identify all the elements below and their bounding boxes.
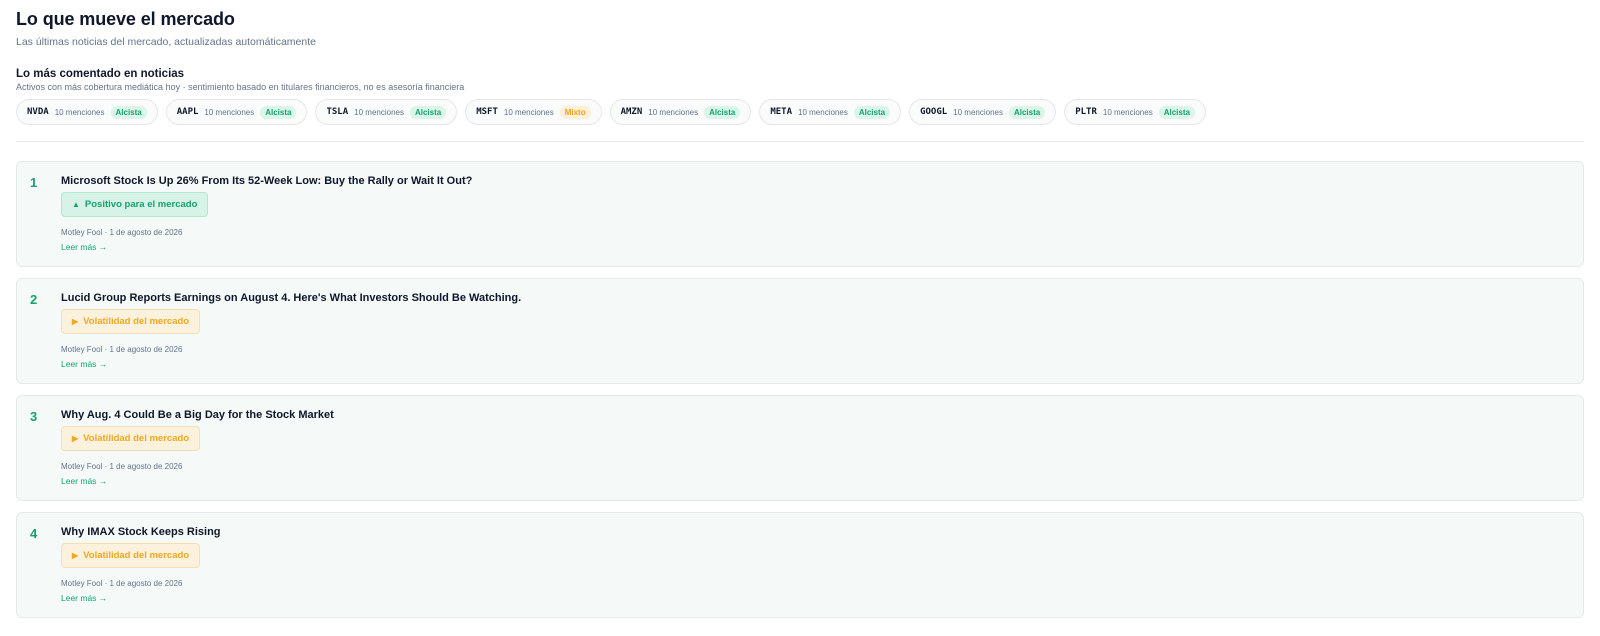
mention-count: 10 menciones <box>648 107 699 117</box>
impact-label: Volatilidad del mercado <box>83 316 190 327</box>
impact-label: Volatilidad del mercado <box>83 433 190 444</box>
ticker-chip-pltr[interactable]: PLTR 10 menciones Alcista <box>1064 99 1206 125</box>
news-card: 1 Microsoft Stock Is Up 26% From Its 52-… <box>16 161 1584 267</box>
news-meta: Motley Fool · 1 de agosto de 2026 <box>61 345 183 354</box>
news-headline[interactable]: Why IMAX Stock Keeps Rising <box>61 526 221 538</box>
page: Lo que mueve el mercado Las últimas noti… <box>0 0 1600 618</box>
sentiment-badge: Alcista <box>409 105 447 119</box>
mention-count: 10 menciones <box>953 107 1003 117</box>
impact-badge: ▶ Volatilidad del mercado <box>61 309 201 334</box>
mention-count: 10 menciones <box>798 107 848 117</box>
trending-title: Lo más comentado en noticias <box>16 68 185 80</box>
read-more-link[interactable]: Leer más → <box>61 359 107 369</box>
sentiment-badge: Alcista <box>704 105 741 119</box>
news-rank: 2 <box>30 292 38 307</box>
mention-count: 10 menciones <box>54 107 105 117</box>
ticker-chip-nvda[interactable]: NVDA 10 menciones Alcista <box>16 99 158 125</box>
mention-count: 10 menciones <box>354 107 404 117</box>
ticker-symbol: AMZN <box>620 107 643 117</box>
ticker-symbol: NVDA <box>27 107 49 117</box>
sentiment-badge: Alcista <box>110 105 147 119</box>
trending-chips: NVDA 10 menciones Alcista AAPL 10 mencio… <box>16 99 1584 125</box>
impact-badge: ▲ Positivo para el mercado <box>61 192 209 217</box>
sentiment-badge: Alcista <box>1158 105 1195 119</box>
news-card: 3 Why Aug. 4 Could Be a Big Day for the … <box>16 395 1584 501</box>
ticker-symbol: AAPL <box>176 107 199 117</box>
ticker-chip-aapl[interactable]: AAPL 10 menciones Alcista <box>165 99 308 125</box>
ticker-symbol: GOOGL <box>920 107 948 117</box>
page-subtitle: Las últimas noticias del mercado, actual… <box>16 36 316 48</box>
impact-label: Positivo para el mercado <box>84 199 198 210</box>
sentiment-badge: Alcista <box>260 105 297 119</box>
impact-badge: ▶ Volatilidad del mercado <box>61 426 201 451</box>
sentiment-badge: Alcista <box>853 105 891 119</box>
ticker-chip-amzn[interactable]: AMZN 10 menciones Alcista <box>609 99 752 125</box>
news-meta: Motley Fool · 1 de agosto de 2026 <box>61 462 183 471</box>
triangle-up-icon: ▲ <box>72 200 80 209</box>
play-icon: ▶ <box>72 551 79 560</box>
ticker-symbol: META <box>770 107 793 117</box>
mention-count: 10 menciones <box>1102 107 1153 117</box>
news-meta: Motley Fool · 1 de agosto de 2026 <box>61 579 183 588</box>
news-rank: 4 <box>30 526 38 541</box>
read-more-link[interactable]: Leer más → <box>61 593 107 603</box>
ticker-chip-tsla[interactable]: TSLA 10 menciones Alcista <box>315 99 458 125</box>
news-headline[interactable]: Microsoft Stock Is Up 26% From Its 52-We… <box>61 175 472 187</box>
sentiment-badge: Alcista <box>1008 105 1046 119</box>
divider <box>16 141 1584 142</box>
trending-subtitle: Activos con más cobertura mediática hoy … <box>16 82 465 92</box>
news-headline[interactable]: Why Aug. 4 Could Be a Big Day for the St… <box>61 409 334 421</box>
news-card: 2 Lucid Group Reports Earnings on August… <box>16 278 1584 384</box>
ticker-chip-msft[interactable]: MSFT 10 menciones Mixto <box>465 99 602 125</box>
news-meta: Motley Fool · 1 de agosto de 2026 <box>61 228 183 237</box>
ticker-symbol: TSLA <box>326 107 349 117</box>
mention-count: 10 menciones <box>503 107 554 117</box>
ticker-symbol: PLTR <box>1075 107 1097 117</box>
news-card: 4 Why IMAX Stock Keeps Rising ▶ Volatili… <box>16 512 1584 618</box>
read-more-link[interactable]: Leer más → <box>61 476 107 486</box>
play-icon: ▶ <box>72 434 79 443</box>
news-headline[interactable]: Lucid Group Reports Earnings on August 4… <box>61 292 521 304</box>
impact-label: Volatilidad del mercado <box>83 550 190 561</box>
ticker-symbol: MSFT <box>476 107 498 117</box>
read-more-link[interactable]: Leer más → <box>61 242 107 252</box>
news-list: 1 Microsoft Stock Is Up 26% From Its 52-… <box>16 161 1584 618</box>
mention-count: 10 menciones <box>204 107 255 117</box>
news-rank: 1 <box>30 175 38 190</box>
news-rank: 3 <box>30 409 38 424</box>
ticker-chip-googl[interactable]: GOOGL 10 menciones Alcista <box>909 99 1057 125</box>
play-icon: ▶ <box>72 317 79 326</box>
page-title: Lo que mueve el mercado <box>16 9 235 29</box>
sentiment-badge: Mixto <box>559 105 591 119</box>
impact-badge: ▶ Volatilidad del mercado <box>61 543 201 568</box>
ticker-chip-meta[interactable]: META 10 menciones Alcista <box>759 99 902 125</box>
